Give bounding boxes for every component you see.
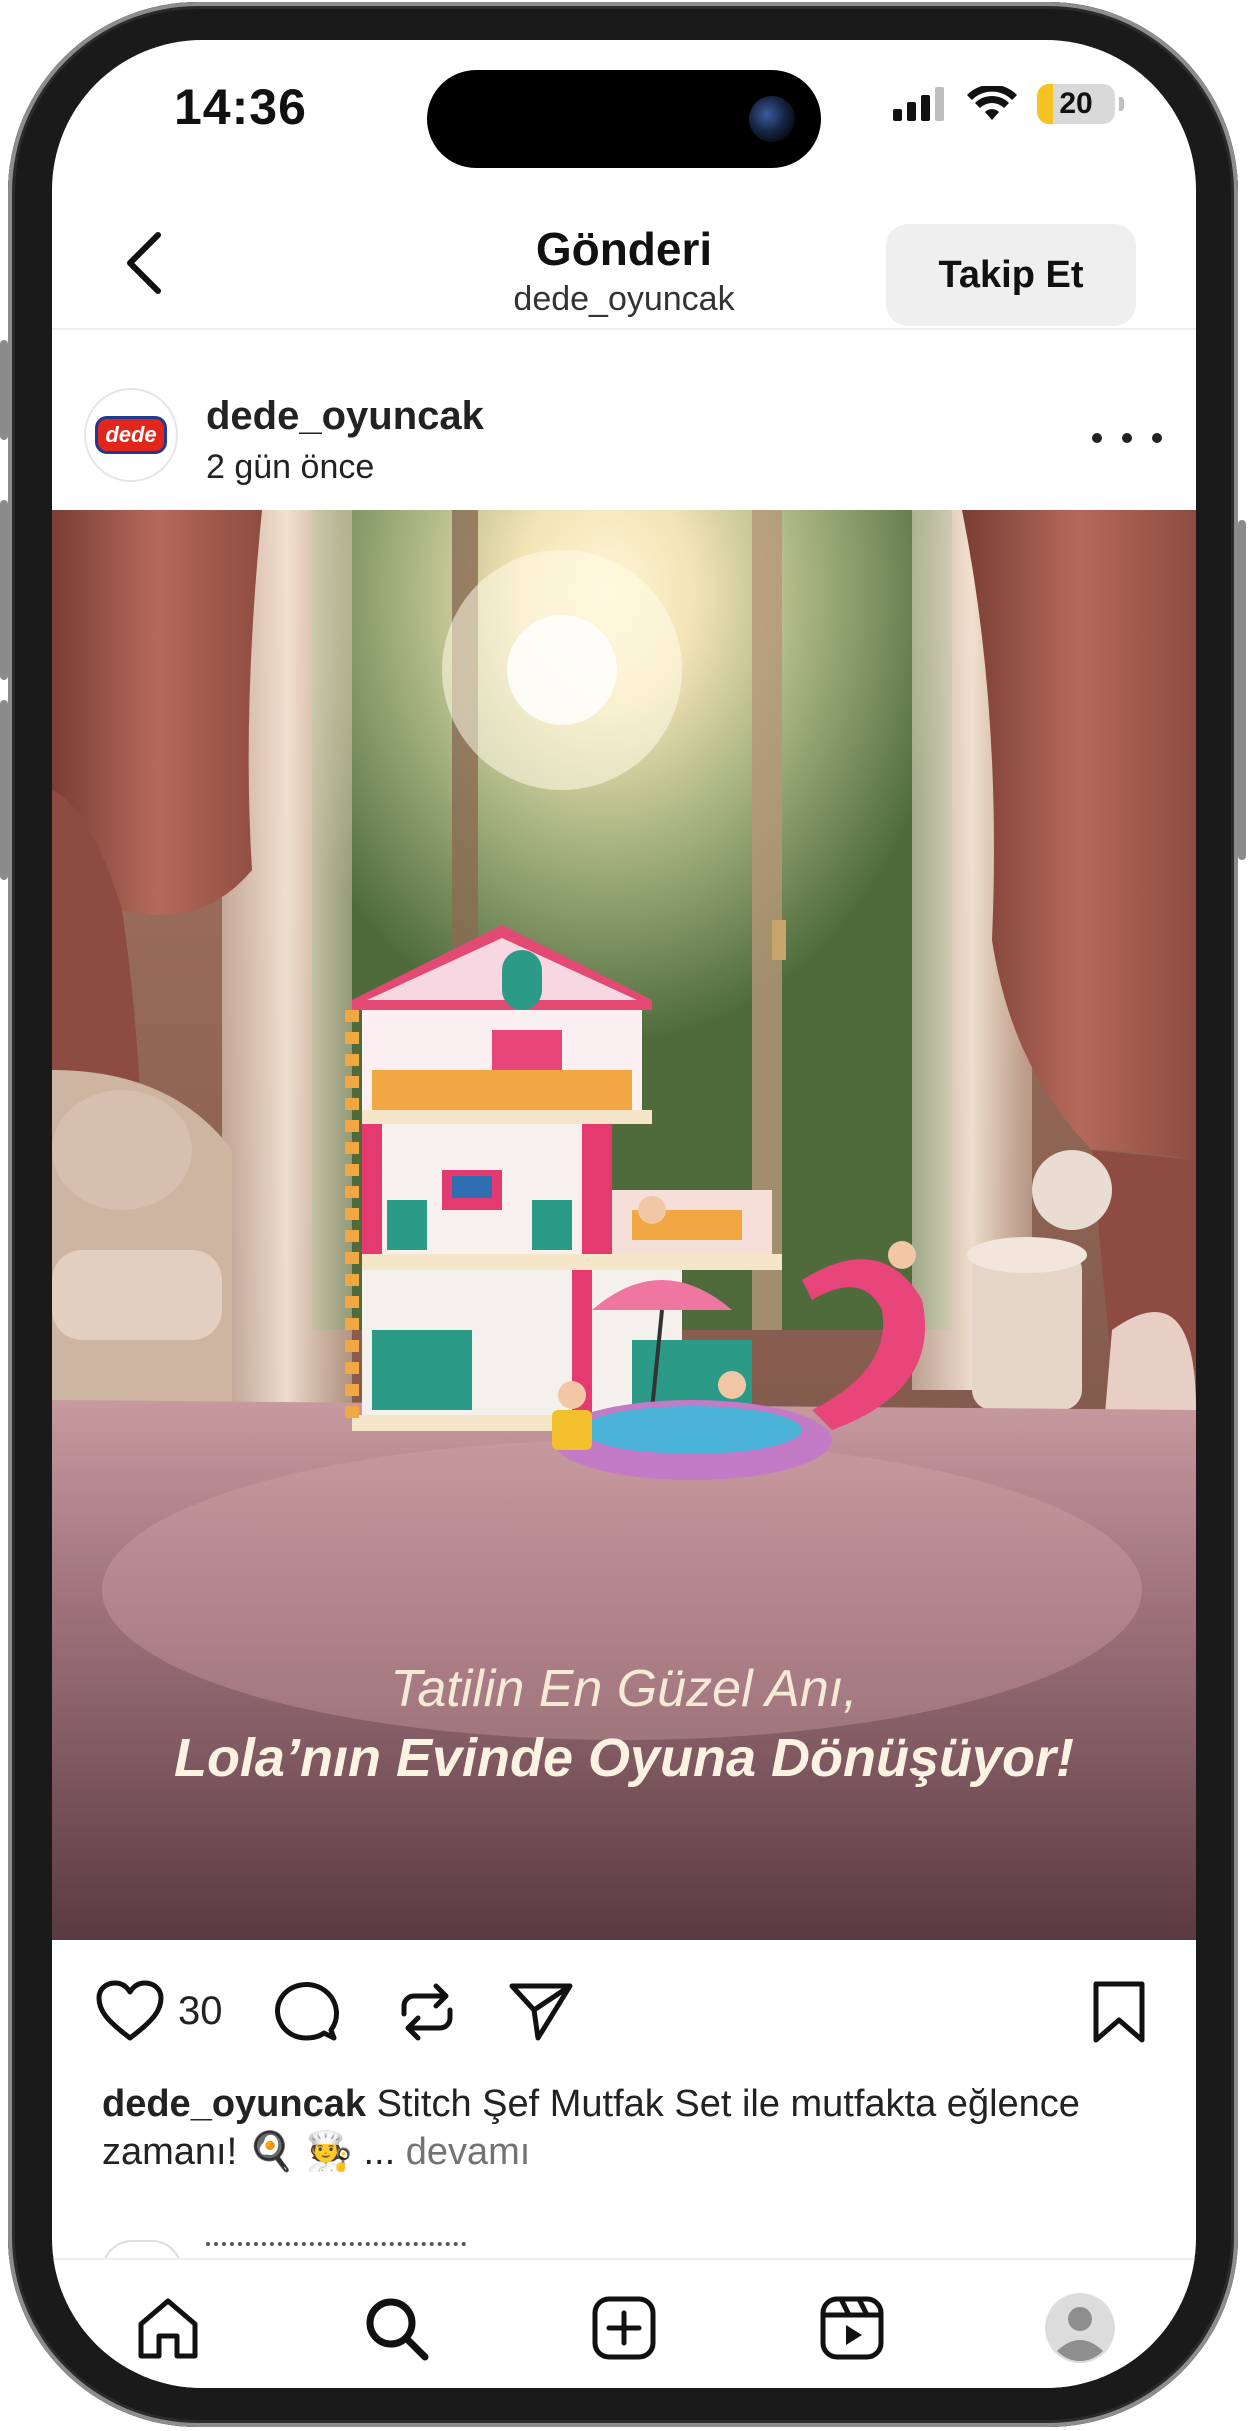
- home-icon: [138, 2298, 198, 2359]
- post-username[interactable]: dede_oyuncak: [206, 394, 484, 439]
- more-dot: [1152, 433, 1162, 443]
- bottom-nav: [52, 2258, 1196, 2388]
- battery-level: 20: [1059, 87, 1093, 120]
- side-button-volume-down: [0, 700, 8, 880]
- caption-more-link[interactable]: devamı: [406, 2131, 531, 2173]
- caption-username[interactable]: dede_oyuncak: [102, 2083, 366, 2125]
- overlay-line-1: Tatilin En Güzel Anı,: [390, 1660, 857, 1718]
- avatar[interactable]: dede: [84, 388, 178, 482]
- side-button-volume-up: [0, 500, 8, 680]
- page-header: Gönderi dede_oyuncak Takip Et: [52, 180, 1196, 330]
- dede-logo: dede: [95, 416, 167, 454]
- wifi-icon: [967, 86, 1017, 120]
- more-options-button[interactable]: [1092, 418, 1162, 458]
- nav-search[interactable]: [356, 2288, 436, 2368]
- nav-profile[interactable]: [1040, 2288, 1120, 2368]
- repost-button[interactable]: [396, 1980, 458, 2044]
- status-time: 14:36: [174, 79, 307, 135]
- create-icon: [592, 2296, 656, 2360]
- post-caption: dede_oyuncak Stitch Şef Mutfak Set ile m…: [102, 2080, 1142, 2176]
- bookmark-icon: [1093, 1981, 1145, 2043]
- post-header: dede dede_oyuncak 2 gün önce: [52, 370, 1196, 510]
- follow-button[interactable]: Takip Et: [886, 224, 1136, 326]
- battery-icon: 20: [1037, 84, 1115, 124]
- save-button[interactable]: [1092, 1980, 1146, 2044]
- nav-home[interactable]: [128, 2288, 208, 2368]
- more-dot: [1092, 433, 1102, 443]
- comment-icon: [275, 1982, 339, 2041]
- search-icon: [366, 2298, 429, 2361]
- side-button-power: [1238, 520, 1246, 860]
- signal-icon: [893, 87, 944, 121]
- like-button[interactable]: 30: [96, 1980, 223, 2042]
- nav-create[interactable]: [584, 2288, 664, 2368]
- send-icon: [509, 1983, 573, 2041]
- like-count[interactable]: 30: [178, 1989, 223, 2034]
- repost-icon: [401, 1983, 453, 2041]
- profile-icon: [1045, 2293, 1115, 2363]
- side-button-action: [0, 340, 8, 440]
- comment-button[interactable]: [274, 1980, 340, 2044]
- phone-screen: 14:36 20 Gönderi dede_oyuncak Takip Et d…: [52, 40, 1196, 2388]
- post-image[interactable]: Tatilin En Güzel Anı, Lola’nın Evinde Oy…: [52, 510, 1196, 1940]
- heart-icon: [96, 1980, 164, 2041]
- post-timestamp: 2 gün önce: [206, 448, 375, 486]
- reels-icon: [820, 2296, 884, 2360]
- overlay-line-2: Lola’nın Evinde Oyuna Dönüşüyor!: [174, 1728, 1074, 1788]
- status-icons: 20: [893, 84, 1124, 124]
- more-dot: [1122, 433, 1132, 443]
- dynamic-island: [427, 70, 821, 168]
- nav-reels[interactable]: [812, 2288, 892, 2368]
- battery-tip: [1119, 97, 1124, 111]
- share-button[interactable]: [508, 1982, 574, 2042]
- post-photo: Tatilin En Güzel Anı, Lola’nın Evinde Oy…: [52, 510, 1196, 1940]
- post-actions: 30: [52, 1970, 1196, 2060]
- next-post-username: [206, 2238, 506, 2252]
- front-camera: [749, 96, 795, 142]
